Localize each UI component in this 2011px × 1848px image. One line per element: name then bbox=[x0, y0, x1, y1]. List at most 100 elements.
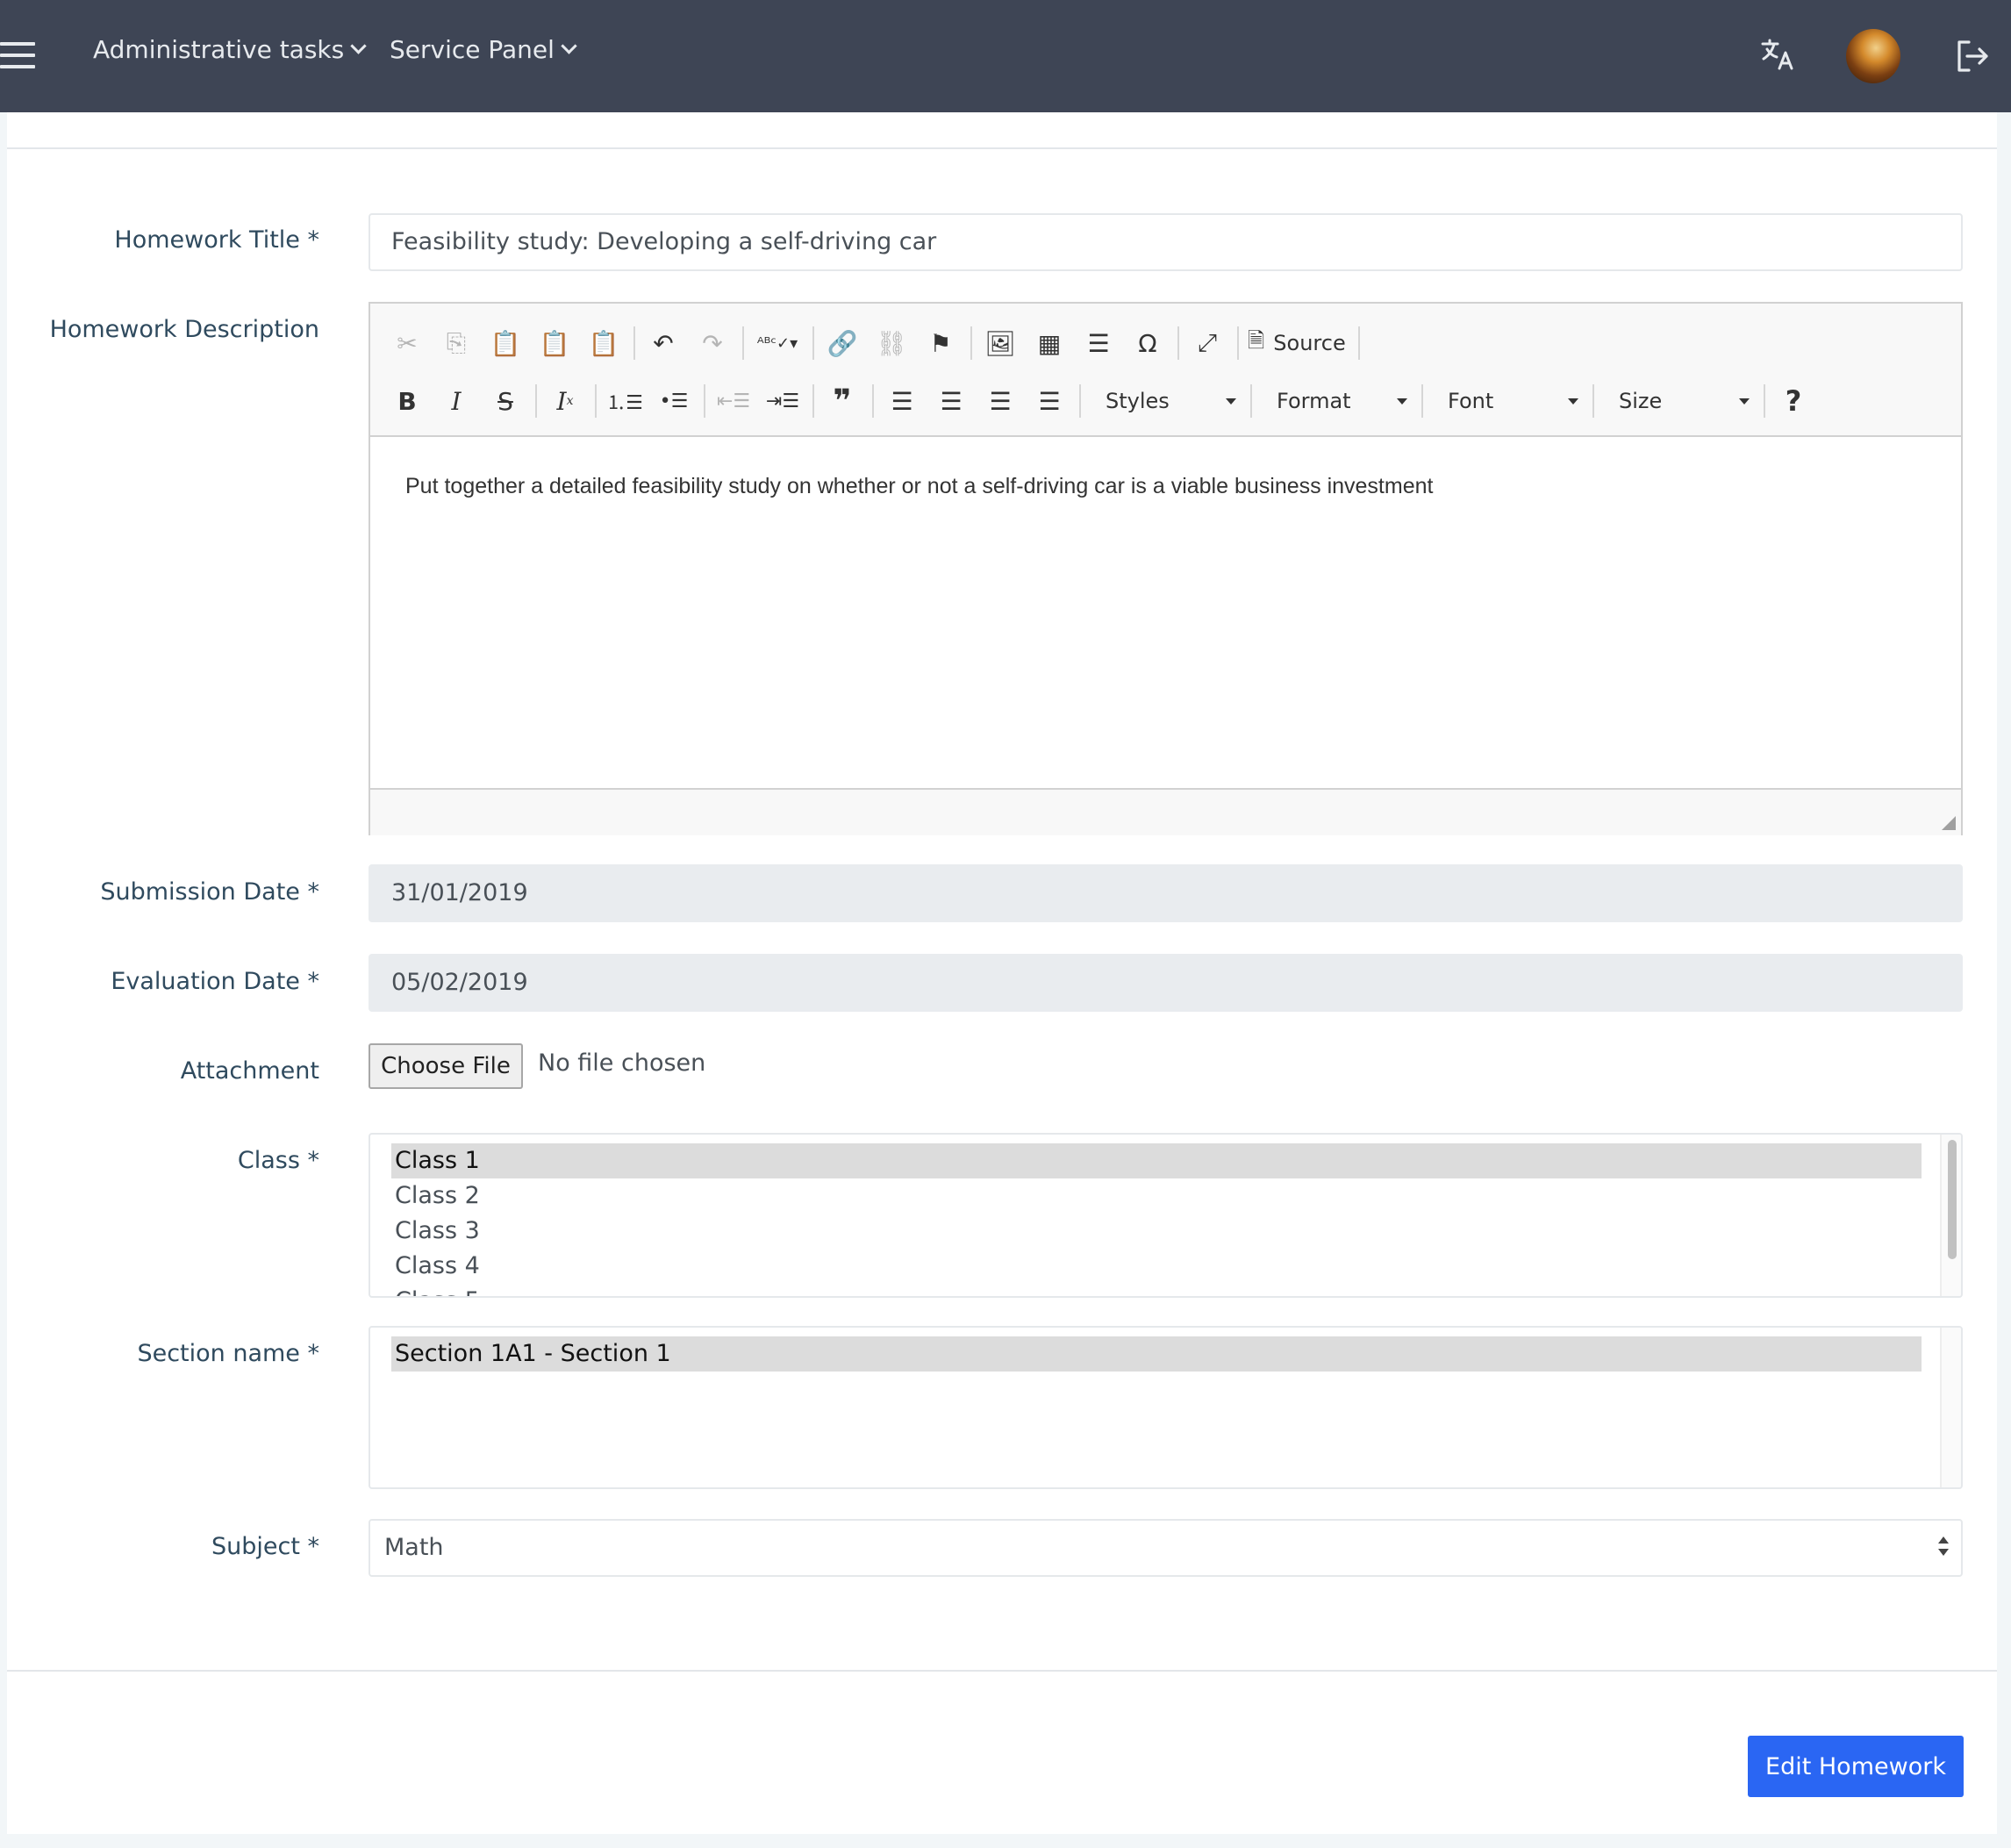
spellcheck-icon[interactable]: ᴬᴮᶜ✓▾ bbox=[753, 324, 802, 362]
blockquote-icon[interactable]: ❞ bbox=[823, 382, 862, 420]
indent-icon[interactable]: ⇥☰ bbox=[763, 382, 802, 420]
nav-administrative-tasks[interactable]: Administrative tasks bbox=[93, 35, 367, 64]
editor-content-area[interactable]: Put together a detailed feasibility stud… bbox=[370, 437, 1961, 788]
strikethrough-icon[interactable]: S bbox=[486, 382, 525, 420]
anchor-flag-icon[interactable]: ⚑ bbox=[921, 324, 960, 362]
format-dropdown[interactable]: Format bbox=[1261, 382, 1414, 420]
toolbar-separator bbox=[1764, 384, 1765, 418]
toolbar-separator bbox=[742, 326, 744, 360]
class-listbox[interactable]: Class 1 Class 2 Class 3 Class 4 Class 5 bbox=[369, 1133, 1963, 1298]
toolbar-separator bbox=[535, 384, 537, 418]
scrollbar-thumb[interactable] bbox=[1948, 1140, 1957, 1259]
logout-icon[interactable] bbox=[1955, 39, 1990, 74]
align-left-icon[interactable]: ☰ bbox=[883, 382, 921, 420]
homework-description-label: Homework Description bbox=[49, 316, 319, 343]
caret-down-icon bbox=[1568, 398, 1578, 405]
toolbar-separator bbox=[970, 326, 972, 360]
section-listbox-scrollbar[interactable] bbox=[1940, 1328, 1961, 1487]
class-listbox-scrollbar[interactable] bbox=[1940, 1135, 1961, 1296]
size-dropdown[interactable]: Size bbox=[1603, 382, 1757, 420]
source-button[interactable]: 🗎 Source bbox=[1248, 326, 1346, 362]
help-icon[interactable]: ? bbox=[1774, 382, 1813, 420]
class-option[interactable]: Class 3 bbox=[391, 1214, 1922, 1249]
homework-title-label: Homework Title * bbox=[114, 226, 319, 254]
special-character-icon[interactable]: Ω bbox=[1128, 324, 1167, 362]
bulleted-list-icon[interactable]: •☰ bbox=[655, 382, 693, 420]
class-option[interactable]: Class 5 bbox=[391, 1284, 1922, 1296]
toolbar-separator bbox=[1177, 326, 1179, 360]
styles-dropdown-label: Styles bbox=[1106, 389, 1170, 413]
subject-label: Subject * bbox=[211, 1533, 319, 1560]
evaluation-date-input[interactable]: 05/02/2019 bbox=[369, 954, 1963, 1012]
section-listbox[interactable]: Section 1A1 - Section 1 bbox=[369, 1326, 1963, 1489]
unlink-icon[interactable]: ⛓ bbox=[872, 324, 911, 362]
redo-icon[interactable]: ↷ bbox=[693, 324, 732, 362]
nav-administrative-tasks-label: Administrative tasks bbox=[93, 35, 345, 64]
editor-content-text: Put together a detailed feasibility stud… bbox=[405, 474, 1434, 498]
format-dropdown-label: Format bbox=[1277, 389, 1351, 413]
numbered-list-icon[interactable]: ⒈☰ bbox=[605, 382, 644, 420]
caret-down-icon bbox=[1397, 398, 1407, 405]
copy-icon[interactable]: ⎘ bbox=[437, 324, 476, 362]
remove-format-icon[interactable]: Ix bbox=[546, 382, 584, 420]
bold-icon[interactable]: B bbox=[388, 382, 426, 420]
source-file-icon: 🗎 bbox=[1248, 327, 1265, 353]
horizontal-line-icon[interactable]: ☰ bbox=[1079, 324, 1118, 362]
maximize-icon[interactable]: ⤢ bbox=[1188, 324, 1227, 362]
toolbar-separator bbox=[595, 384, 597, 418]
italic-icon[interactable]: I bbox=[437, 382, 476, 420]
attachment-label: Attachment bbox=[180, 1057, 319, 1085]
cut-icon[interactable]: ✂ bbox=[388, 324, 426, 362]
chevron-down-icon bbox=[561, 38, 577, 54]
toolbar-separator bbox=[704, 384, 705, 418]
class-option[interactable]: Class 4 bbox=[391, 1249, 1922, 1284]
class-option[interactable]: Class 1 bbox=[391, 1143, 1922, 1178]
select-arrows-icon bbox=[1938, 1536, 1950, 1563]
nav-service-panel-label: Service Panel bbox=[390, 35, 555, 64]
divider bbox=[7, 1670, 1997, 1672]
resize-handle-icon[interactable] bbox=[1942, 816, 1956, 830]
editor-toolbar-row-1: ✂ ⎘ 📋 📋 📋 ↶ ↷ ᴬᴮᶜ✓▾ 🔗 ⛓ ⚑ 🖼 ▦ ☰ Ω ⤢ 🗎 So… bbox=[388, 321, 1369, 365]
styles-dropdown[interactable]: Styles bbox=[1090, 382, 1243, 420]
table-icon[interactable]: ▦ bbox=[1030, 324, 1069, 362]
edit-homework-button[interactable]: Edit Homework bbox=[1748, 1736, 1964, 1797]
font-dropdown[interactable]: Font bbox=[1432, 382, 1585, 420]
paste-icon[interactable]: 📋 bbox=[486, 324, 525, 362]
toolbar-separator bbox=[1421, 384, 1423, 418]
align-center-icon[interactable]: ☰ bbox=[932, 382, 970, 420]
evaluation-date-label: Evaluation Date * bbox=[111, 968, 319, 995]
image-icon[interactable]: 🖼 bbox=[981, 324, 1020, 362]
nav-service-panel[interactable]: Service Panel bbox=[390, 35, 577, 64]
homework-title-input[interactable]: Feasibility study: Developing a self-dri… bbox=[369, 213, 1963, 271]
submission-date-input[interactable]: 31/01/2019 bbox=[369, 864, 1963, 922]
outdent-icon[interactable]: ⇤☰ bbox=[714, 382, 753, 420]
editor-toolbar-row-2: B I S Ix ⒈☰ •☰ ⇤☰ ⇥☰ ❞ ☰ ☰ ☰ ☰ Styles Fo… bbox=[388, 379, 1823, 423]
section-option[interactable]: Section 1A1 - Section 1 bbox=[391, 1336, 1922, 1372]
editor-status-bar bbox=[370, 788, 1961, 835]
toolbar-separator bbox=[812, 326, 814, 360]
font-dropdown-label: Font bbox=[1448, 389, 1494, 413]
menu-icon[interactable] bbox=[0, 42, 35, 68]
paste-word-icon[interactable]: 📋 bbox=[584, 324, 623, 362]
translate-icon[interactable] bbox=[1760, 37, 1795, 72]
editor-toolbar: ✂ ⎘ 📋 📋 📋 ↶ ↷ ᴬᴮᶜ✓▾ 🔗 ⛓ ⚑ 🖼 ▦ ☰ Ω ⤢ 🗎 So… bbox=[370, 304, 1961, 437]
source-button-label: Source bbox=[1273, 331, 1346, 355]
align-justify-icon[interactable]: ☰ bbox=[1030, 382, 1069, 420]
toolbar-separator bbox=[812, 384, 814, 418]
class-option[interactable]: Class 2 bbox=[391, 1178, 1922, 1214]
homework-form-card: Homework Title * Feasibility study: Deve… bbox=[7, 112, 1997, 1834]
choose-file-button[interactable]: Choose File bbox=[369, 1043, 523, 1089]
subject-select[interactable]: Math bbox=[369, 1519, 1963, 1577]
avatar[interactable] bbox=[1846, 29, 1900, 83]
section-name-label: Section name * bbox=[137, 1340, 319, 1367]
align-right-icon[interactable]: ☰ bbox=[981, 382, 1020, 420]
size-dropdown-label: Size bbox=[1619, 389, 1663, 413]
paste-text-icon[interactable]: 📋 bbox=[535, 324, 574, 362]
file-status-text: No file chosen bbox=[538, 1049, 706, 1077]
toolbar-separator bbox=[1592, 384, 1594, 418]
divider bbox=[7, 147, 1997, 149]
toolbar-separator bbox=[1237, 326, 1239, 360]
link-icon[interactable]: 🔗 bbox=[823, 324, 862, 362]
subject-select-value: Math bbox=[384, 1534, 444, 1561]
undo-icon[interactable]: ↶ bbox=[644, 324, 683, 362]
